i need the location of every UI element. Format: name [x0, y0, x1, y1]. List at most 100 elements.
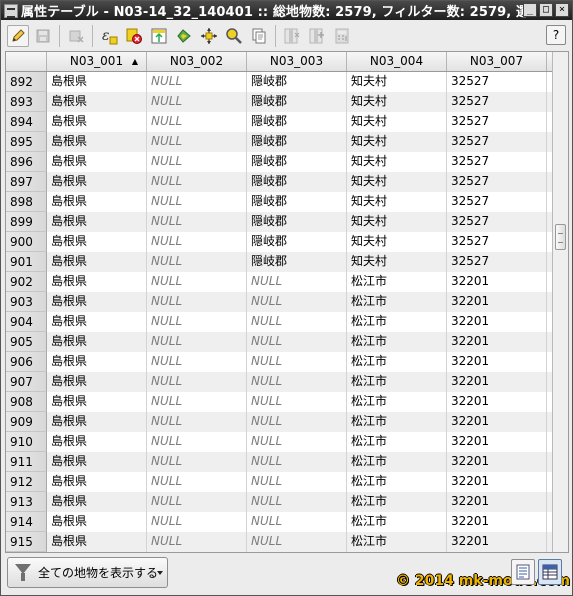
table-cell[interactable]: NULL [147, 172, 247, 192]
table-cell[interactable]: 島根県 [47, 112, 147, 132]
table-row[interactable]: 892 島根県 NULL 隠岐郡 知夫村 32527 [6, 72, 552, 92]
table-cell[interactable]: NULL [247, 492, 347, 512]
table-cell[interactable]: 32201 [447, 452, 547, 472]
row-header[interactable]: 900 [6, 232, 47, 252]
table-cell[interactable]: 32201 [447, 532, 547, 552]
row-header[interactable]: 912 [6, 472, 47, 492]
table-cell[interactable]: 32201 [447, 332, 547, 352]
table-cell[interactable]: NULL [147, 472, 247, 492]
row-header[interactable]: 908 [6, 392, 47, 412]
invert-selection-icon[interactable] [173, 25, 195, 47]
table-row[interactable]: 893 島根県 NULL 隠岐郡 知夫村 32527 [6, 92, 552, 112]
table-cell[interactable]: 島根県 [47, 372, 147, 392]
table-cell[interactable]: 隠岐郡 [247, 92, 347, 112]
table-cell[interactable]: 知夫村 [347, 172, 447, 192]
table-cell[interactable]: NULL [247, 372, 347, 392]
table-row[interactable]: 914 島根県 NULL NULL 松江市 32201 [6, 512, 552, 532]
row-header[interactable]: 893 [6, 92, 47, 112]
maximize-button[interactable]: □ [539, 3, 553, 17]
row-header[interactable]: 897 [6, 172, 47, 192]
table-cell[interactable]: 知夫村 [347, 192, 447, 212]
column-header[interactable]: N03_003 [247, 52, 347, 71]
table-row[interactable]: 903 島根県 NULL NULL 松江市 32201 [6, 292, 552, 312]
table-cell[interactable]: NULL [147, 72, 247, 92]
table-row[interactable]: 915 島根県 NULL NULL 松江市 32201 [6, 532, 552, 552]
row-header[interactable]: 895 [6, 132, 47, 152]
table-cell[interactable]: 32201 [447, 312, 547, 332]
table-cell[interactable]: NULL [147, 232, 247, 252]
table-cell[interactable]: NULL [147, 272, 247, 292]
pencil-icon[interactable] [7, 25, 29, 47]
table-cell[interactable]: 島根県 [47, 312, 147, 332]
table-view-button[interactable] [538, 559, 562, 585]
table-cell[interactable]: 島根県 [47, 512, 147, 532]
table-cell[interactable]: 松江市 [347, 472, 447, 492]
table-row[interactable]: 910 島根県 NULL NULL 松江市 32201 [6, 432, 552, 452]
table-cell[interactable]: 32527 [447, 172, 547, 192]
table-cell[interactable]: 松江市 [347, 512, 447, 532]
zoom-to-selected-icon[interactable] [223, 25, 245, 47]
table-cell[interactable]: NULL [247, 332, 347, 352]
row-header[interactable]: 899 [6, 212, 47, 232]
table-cell[interactable]: NULL [247, 392, 347, 412]
row-header[interactable]: 898 [6, 192, 47, 212]
table-cell[interactable]: NULL [247, 272, 347, 292]
table-cell[interactable]: 32201 [447, 512, 547, 532]
table-cell[interactable]: 島根県 [47, 472, 147, 492]
table-cell[interactable]: NULL [147, 112, 247, 132]
row-header[interactable]: 901 [6, 252, 47, 272]
table-cell[interactable]: NULL [147, 452, 247, 472]
form-view-button[interactable] [511, 559, 535, 585]
table-cell[interactable]: NULL [147, 92, 247, 112]
table-row[interactable]: 895 島根県 NULL 隠岐郡 知夫村 32527 [6, 132, 552, 152]
table-cell[interactable]: 島根県 [47, 72, 147, 92]
delete-column-icon[interactable] [281, 25, 303, 47]
table-cell[interactable]: NULL [247, 472, 347, 492]
table-cell[interactable]: 32527 [447, 212, 547, 232]
table-cell[interactable]: NULL [147, 392, 247, 412]
table-cell[interactable]: 島根県 [47, 432, 147, 452]
table-cell[interactable]: 隠岐郡 [247, 192, 347, 212]
table-row[interactable]: 907 島根県 NULL NULL 松江市 32201 [6, 372, 552, 392]
table-cell[interactable]: NULL [147, 432, 247, 452]
expression-select-icon[interactable]: ε [98, 25, 120, 47]
row-header[interactable]: 907 [6, 372, 47, 392]
row-header[interactable]: 903 [6, 292, 47, 312]
table-row[interactable]: 912 島根県 NULL NULL 松江市 32201 [6, 472, 552, 492]
table-cell[interactable]: 島根県 [47, 492, 147, 512]
table-cell[interactable]: 島根県 [47, 332, 147, 352]
table-row[interactable]: 897 島根県 NULL 隠岐郡 知夫村 32527 [6, 172, 552, 192]
row-header[interactable]: 904 [6, 312, 47, 332]
table-cell[interactable]: NULL [147, 332, 247, 352]
table-cell[interactable]: NULL [247, 352, 347, 372]
table-cell[interactable]: 島根県 [47, 292, 147, 312]
row-header[interactable]: 914 [6, 512, 47, 532]
table-cell[interactable]: 松江市 [347, 332, 447, 352]
table-row[interactable]: 898 島根県 NULL 隠岐郡 知夫村 32527 [6, 192, 552, 212]
table-cell[interactable]: 32201 [447, 372, 547, 392]
table-cell[interactable]: 隠岐郡 [247, 152, 347, 172]
table-cell[interactable]: NULL [147, 292, 247, 312]
table-row[interactable]: 906 島根県 NULL NULL 松江市 32201 [6, 352, 552, 372]
table-cell[interactable]: NULL [147, 492, 247, 512]
table-cell[interactable]: 島根県 [47, 252, 147, 272]
table-cell[interactable]: 松江市 [347, 492, 447, 512]
copy-selected-icon[interactable] [248, 25, 270, 47]
table-cell[interactable]: NULL [247, 432, 347, 452]
table-cell[interactable]: 島根県 [47, 352, 147, 372]
table-cell[interactable]: NULL [147, 512, 247, 532]
table-cell[interactable]: 隠岐郡 [247, 212, 347, 232]
vertical-scrollbar[interactable] [552, 52, 568, 552]
table-cell[interactable]: 32201 [447, 392, 547, 412]
table-cell[interactable]: NULL [247, 532, 347, 552]
row-header[interactable]: 911 [6, 452, 47, 472]
table-cell[interactable]: 32527 [447, 252, 547, 272]
table-cell[interactable]: 32527 [447, 92, 547, 112]
delete-selected-icon[interactable] [65, 25, 87, 47]
column-header[interactable]: N03_004 [347, 52, 447, 71]
table-cell[interactable]: NULL [147, 252, 247, 272]
table-cell[interactable]: NULL [147, 192, 247, 212]
feature-filter-dropdown[interactable]: 全ての地物を表示する [7, 557, 168, 588]
table-cell[interactable]: 隠岐郡 [247, 72, 347, 92]
table-cell[interactable]: NULL [147, 352, 247, 372]
